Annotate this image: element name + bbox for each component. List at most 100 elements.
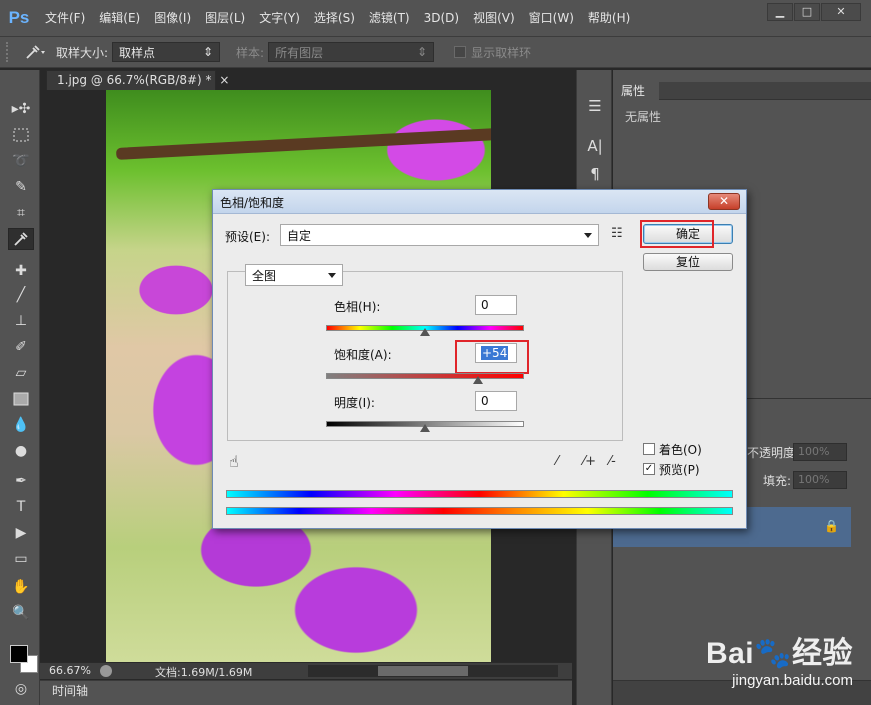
status-icon[interactable] — [100, 665, 112, 677]
tab-properties[interactable]: 属性 — [613, 82, 659, 100]
paragraph-panel-icon[interactable]: ¶ — [585, 164, 605, 184]
eyedropper-preset-icon[interactable] — [20, 41, 50, 63]
preset-options-icon[interactable]: ☷ — [611, 226, 623, 241]
type-tool-icon[interactable]: T — [8, 496, 34, 518]
zoom-level[interactable]: 66.67% — [49, 664, 91, 677]
updown-icon: ⇕ — [417, 45, 428, 59]
fill-input[interactable]: 100% — [793, 471, 847, 489]
preview-checkbox[interactable]: ✓ — [643, 463, 655, 475]
close-tab-icon[interactable]: × — [219, 73, 229, 87]
eyedropper-tool-icon[interactable] — [8, 228, 34, 250]
ok-highlight-box — [640, 220, 714, 248]
quick-selection-tool-icon[interactable]: ✎ — [8, 176, 34, 198]
photoshop-logo: Ps — [8, 8, 30, 27]
move-tool-icon[interactable]: ▸✣ — [8, 98, 34, 120]
menu-bar: Ps 文件(F) 编辑(E) 图像(I) 图层(L) 文字(Y) 选择(S) 滤… — [0, 0, 871, 36]
zoom-tool-icon[interactable]: 🔍 — [8, 602, 34, 624]
history-panel-icon[interactable]: ☰ — [585, 96, 605, 116]
scroll-thumb[interactable] — [378, 666, 468, 676]
branch-graphic — [115, 128, 491, 160]
show-sampling-ring-label: 显示取样环 — [471, 45, 532, 60]
path-selection-tool-icon[interactable]: ▶ — [8, 522, 34, 544]
eyedropper-minus-icon[interactable]: ⁄- — [609, 454, 616, 469]
chevron-down-icon — [328, 272, 336, 278]
lightness-slider-thumb[interactable] — [420, 424, 430, 432]
menu-layer[interactable]: 图层(L) — [198, 0, 252, 36]
menu-select[interactable]: 选择(S) — [307, 0, 362, 36]
clone-stamp-tool-icon[interactable]: ⊥ — [8, 310, 34, 332]
input-color-bar — [226, 490, 733, 498]
healing-brush-tool-icon[interactable]: ✚ — [8, 260, 34, 282]
preset-select[interactable]: 自定 — [280, 224, 599, 246]
horizontal-scrollbar[interactable] — [308, 665, 558, 677]
menu-3d[interactable]: 3D(D) — [417, 0, 466, 36]
eyedropper-plus-icon[interactable]: ⁄+ — [583, 454, 596, 469]
menu-help[interactable]: 帮助(H) — [581, 0, 637, 36]
channel-select[interactable]: 全图 — [245, 264, 343, 286]
dialog-title-bar[interactable]: 色相/饱和度 ✕ — [213, 190, 746, 214]
menu-edit[interactable]: 编辑(E) — [92, 0, 147, 36]
pen-tool-icon[interactable]: ✒ — [8, 470, 34, 492]
minimize-button[interactable]: ▁ — [767, 3, 793, 21]
lightness-label: 明度(I): — [334, 396, 375, 410]
lightness-input[interactable]: 0 — [475, 391, 517, 411]
hue-slider-thumb[interactable] — [420, 328, 430, 336]
preset-label: 预设(E): — [225, 230, 270, 244]
foreground-color-swatch[interactable] — [10, 645, 28, 663]
targeted-adjustment-hand-icon[interactable]: ☝ — [229, 452, 239, 471]
menu-view[interactable]: 视图(V) — [466, 0, 522, 36]
quick-mask-icon[interactable]: ◎ — [8, 678, 34, 700]
brush-tool-icon[interactable]: ╱ — [8, 284, 34, 306]
document-size: 文档:1.69M/1.69M — [155, 666, 253, 679]
colorize-checkbox[interactable] — [643, 443, 655, 455]
sample-size-select[interactable]: 取样点 ⇕ — [112, 42, 221, 62]
chevron-down-icon — [584, 232, 592, 238]
character-panel-icon[interactable]: A| — [585, 136, 605, 156]
hue-saturation-dialog: 色相/饱和度 ✕ 预设(E): 自定 ☷ 确定 复位 全图 色相(H): 0 饱… — [212, 189, 747, 529]
blur-tool-icon[interactable]: 💧 — [8, 414, 34, 436]
dodge-tool-icon[interactable]: ● — [8, 440, 34, 462]
menu-type[interactable]: 文字(Y) — [252, 0, 307, 36]
colorize-label: 着色(O) — [659, 443, 702, 457]
opacity-label: 不透明度: — [747, 446, 800, 460]
properties-panel-header: 属性 — [613, 82, 871, 100]
no-properties-text: 无属性 — [625, 110, 662, 124]
dialog-title: 色相/饱和度 — [220, 196, 285, 210]
lasso-tool-icon[interactable]: ➰ — [8, 150, 34, 172]
eraser-tool-icon[interactable]: ▱ — [8, 362, 34, 384]
opacity-input[interactable]: 100% — [793, 443, 847, 461]
preset-value: 自定 — [287, 228, 312, 243]
menu-window[interactable]: 窗口(W) — [522, 0, 581, 36]
grip-handle[interactable] — [6, 42, 12, 62]
reset-button[interactable]: 复位 — [643, 253, 733, 271]
window-controls: ▁ □ ✕ — [767, 3, 861, 21]
sample-value: 所有图层 — [275, 45, 324, 60]
baidu-logo-text-2: 经验 — [792, 637, 853, 670]
status-bar: 66.67% 文档:1.69M/1.69M — [40, 662, 572, 679]
gradient-tool-icon[interactable] — [8, 388, 34, 410]
menu-image[interactable]: 图像(I) — [147, 0, 198, 36]
dialog-close-button[interactable]: ✕ — [708, 193, 740, 210]
document-tab[interactable]: 1.jpg @ 66.7%(RGB/8#) * × — [46, 70, 229, 90]
saturation-slider-thumb[interactable] — [473, 376, 484, 384]
options-bar: 取样大小: 取样点 ⇕ 样本: 所有图层 ⇕ 显示取样环 — [0, 36, 871, 68]
paw-icon: 🐾 — [754, 637, 792, 670]
eyedropper-icon[interactable]: ⁄ — [556, 454, 558, 469]
sample-select[interactable]: 所有图层 ⇕ — [268, 42, 435, 62]
crop-tool-icon[interactable]: ⌗ — [8, 202, 34, 224]
marquee-tool-icon[interactable] — [8, 124, 34, 146]
saturation-slider-track[interactable] — [326, 373, 524, 379]
menu-file[interactable]: 文件(F) — [38, 0, 92, 36]
close-window-button[interactable]: ✕ — [821, 3, 861, 21]
show-sampling-ring-checkbox[interactable] — [454, 46, 467, 58]
watermark-url: jingyan.baidu.com — [732, 672, 853, 689]
saturation-highlight-box — [455, 340, 529, 374]
history-brush-tool-icon[interactable]: ✐ — [8, 336, 34, 358]
hand-tool-icon[interactable]: ✋ — [8, 576, 34, 598]
menu-filter[interactable]: 滤镜(T) — [362, 0, 417, 36]
rectangle-tool-icon[interactable]: ▭ — [8, 548, 34, 570]
restore-button[interactable]: □ — [794, 3, 820, 21]
timeline-panel[interactable]: 时间轴 — [40, 680, 572, 705]
hue-input[interactable]: 0 — [475, 295, 517, 315]
fill-label: 填充: — [763, 474, 792, 488]
